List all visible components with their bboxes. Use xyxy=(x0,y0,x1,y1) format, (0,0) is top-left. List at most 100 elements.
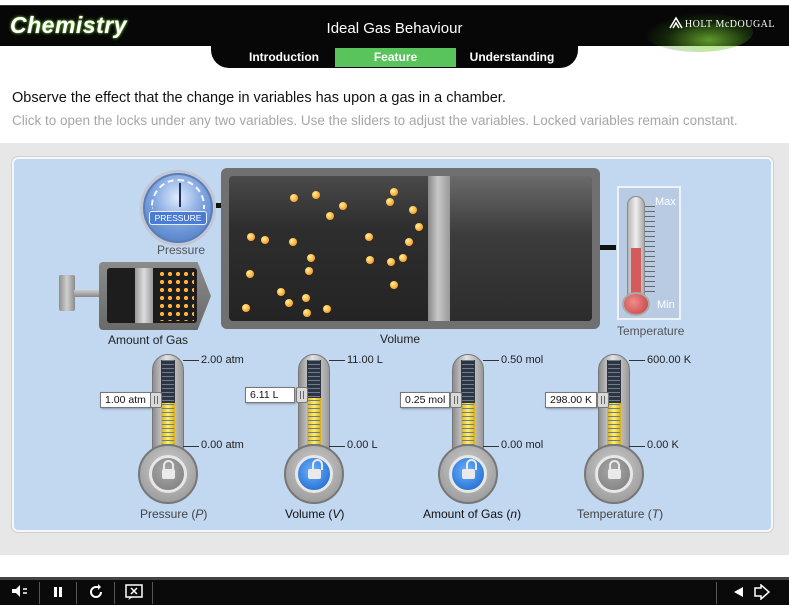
gas-particle xyxy=(290,194,298,202)
chamber-piston xyxy=(428,176,450,321)
amount-slider-handle[interactable] xyxy=(450,392,462,408)
pressure-min-value: 0.00 atm xyxy=(201,439,244,451)
gas-particle xyxy=(339,202,347,210)
tab-feature[interactable]: Feature xyxy=(335,48,456,67)
close-box-icon[interactable] xyxy=(122,584,146,602)
toolbar-divider xyxy=(114,582,115,604)
header: Chemistry Ideal Gas Behaviour HOLT McDOU… xyxy=(0,0,789,70)
gas-particle xyxy=(246,270,254,278)
gas-particle xyxy=(312,191,320,199)
gas-particle xyxy=(323,305,331,313)
gas-particle xyxy=(386,198,394,206)
slider-ticks xyxy=(462,360,474,446)
canister-handle xyxy=(59,275,75,311)
gas-particle xyxy=(409,206,417,214)
gas-particle xyxy=(247,233,255,241)
gas-particle xyxy=(242,304,250,312)
pressure-max-tick xyxy=(183,360,199,361)
pressure-slider-handle[interactable] xyxy=(150,392,162,408)
volume-lock-button[interactable] xyxy=(295,455,333,493)
volume-max-tick xyxy=(329,360,345,361)
chamber-connector xyxy=(600,245,616,250)
amount-slider-label: Amount of Gas (n) xyxy=(423,507,522,521)
top-bar: Chemistry Ideal Gas Behaviour HOLT McDOU… xyxy=(0,5,789,52)
gas-particle xyxy=(415,223,423,231)
gas-particle xyxy=(390,188,398,196)
chamber-thermometer: Max Min xyxy=(617,186,681,320)
thermometer-min-label: Min xyxy=(657,299,675,311)
pressure-slider xyxy=(138,354,198,514)
lock-body xyxy=(462,469,475,479)
toolbar-divider xyxy=(716,582,717,604)
slider-ticks xyxy=(162,360,174,446)
app-window: Chemistry Ideal Gas Behaviour HOLT McDOU… xyxy=(0,0,789,605)
temperature-max-value: 600.00 K xyxy=(647,354,692,366)
gas-particle xyxy=(303,309,311,317)
temperature-min-tick xyxy=(629,446,645,447)
pressure-gauge: PRESSURE xyxy=(140,170,216,246)
volume-slider-handle[interactable] xyxy=(296,387,308,403)
volume-slider xyxy=(284,354,344,514)
back-arrow-icon[interactable] xyxy=(728,584,748,602)
temperature-max-tick xyxy=(629,360,645,361)
temperature-slider-label: Temperature (T) xyxy=(577,507,664,521)
tab-bar: Introduction Feature Understanding xyxy=(211,46,578,68)
gas-chamber xyxy=(221,168,600,329)
toolbar-divider xyxy=(76,582,77,604)
pressure-lock-button[interactable] xyxy=(149,455,187,493)
gas-particle xyxy=(390,281,398,289)
amount-value-box: 0.25 mol xyxy=(400,392,451,408)
toolbar-divider xyxy=(152,582,153,604)
temperature-slider xyxy=(584,354,644,514)
gas-particle xyxy=(387,258,395,266)
temperature-lock-button[interactable] xyxy=(595,455,633,493)
pressure-slider-label: Pressure (P) xyxy=(140,507,208,521)
volume-slider-label: Volume (V) xyxy=(285,507,345,521)
logo-glow xyxy=(643,12,753,52)
thermometer-ticks xyxy=(645,206,655,292)
pressure-value-box: 1.00 atm xyxy=(100,392,151,408)
volume-value-box: 6.11 L xyxy=(245,387,295,403)
gauge-badge: PRESSURE xyxy=(149,211,207,225)
volume-label: Volume xyxy=(380,332,421,346)
canister-gas xyxy=(158,270,194,321)
gas-particle xyxy=(277,288,285,296)
brand-icon xyxy=(669,16,683,29)
amount-max-value: 0.50 mol xyxy=(501,354,544,366)
canister-plunger xyxy=(135,268,153,323)
thermometer-max-label: Max xyxy=(655,196,676,208)
gas-particle xyxy=(399,254,407,262)
volume-min-value: 0.00 L xyxy=(347,439,378,451)
gauge-needle xyxy=(179,183,181,207)
instruction-primary: Observe the effect that the change in va… xyxy=(12,90,506,106)
pause-icon[interactable] xyxy=(46,584,70,602)
temperature-min-value: 0.00 K xyxy=(647,439,679,451)
gauge-dial xyxy=(151,179,205,209)
next-arrow-icon[interactable] xyxy=(750,583,774,602)
lock-body xyxy=(608,469,621,479)
amount-lock-button[interactable] xyxy=(449,455,487,493)
amount-max-tick xyxy=(483,360,499,361)
gas-particle xyxy=(289,238,297,246)
amount-slider xyxy=(438,354,498,514)
gas-particle xyxy=(285,299,293,307)
chamber-interior xyxy=(229,176,592,321)
pressure-min-tick xyxy=(183,446,199,447)
tab-understanding[interactable]: Understanding xyxy=(456,48,568,67)
tab-introduction[interactable]: Introduction xyxy=(229,48,339,67)
speaker-icon[interactable] xyxy=(8,584,32,602)
replay-icon[interactable] xyxy=(84,584,108,602)
volume-max-value: 11.00 L xyxy=(347,354,383,366)
gas-particle xyxy=(302,294,310,302)
amount-min-tick xyxy=(483,446,499,447)
gas-particle xyxy=(366,256,374,264)
brand-name: HOLT McDOUGAL xyxy=(684,19,775,30)
pressure-max-value: 2.00 atm xyxy=(201,354,244,366)
amount-min-value: 0.00 mol xyxy=(501,439,544,451)
temperature-label: Temperature xyxy=(617,324,685,338)
gas-particle xyxy=(305,267,313,275)
temperature-slider-handle[interactable] xyxy=(597,392,609,408)
gas-particle xyxy=(326,212,334,220)
amount-of-gas-label: Amount of Gas xyxy=(108,333,189,347)
instruction-secondary: Click to open the locks under any two va… xyxy=(12,113,738,128)
